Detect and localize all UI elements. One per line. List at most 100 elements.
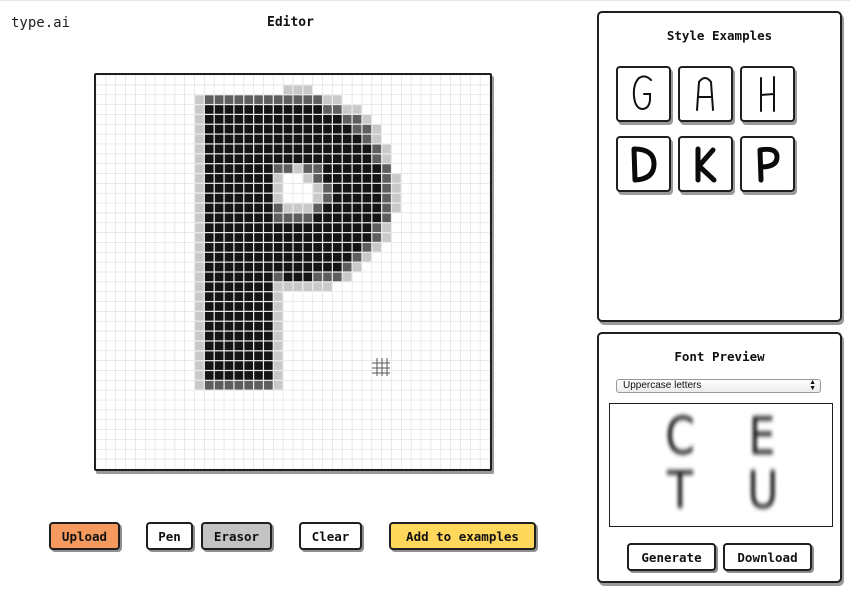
grid-pixel[interactable] <box>283 213 293 223</box>
grid-pixel[interactable] <box>283 124 293 134</box>
grid-pixel[interactable] <box>264 203 273 213</box>
grid-pixel[interactable] <box>342 223 352 232</box>
grid-pixel[interactable] <box>264 193 273 203</box>
grid-pixel[interactable] <box>293 164 303 173</box>
grid-pixel[interactable] <box>264 262 273 272</box>
grid-pixel[interactable] <box>224 105 234 114</box>
grid-pixel[interactable] <box>224 380 234 390</box>
grid-pixel[interactable] <box>342 105 352 114</box>
grid-pixel[interactable] <box>254 302 263 311</box>
grid-pixel[interactable] <box>234 95 244 104</box>
grid-pixel[interactable] <box>352 203 362 213</box>
grid-pixel[interactable] <box>273 380 283 390</box>
grid-pixel[interactable] <box>244 380 253 390</box>
grid-pixel[interactable] <box>254 292 263 301</box>
grid-pixel[interactable] <box>214 371 224 380</box>
grid-pixel[interactable] <box>224 174 234 183</box>
grid-pixel[interactable] <box>273 193 283 203</box>
grid-pixel[interactable] <box>273 115 283 124</box>
grid-pixel[interactable] <box>224 154 234 164</box>
grid-pixel[interactable] <box>254 154 263 164</box>
grid-pixel[interactable] <box>244 105 253 114</box>
grid-pixel[interactable] <box>224 371 234 380</box>
example-tile-k[interactable]: K <box>678 136 733 192</box>
grid-pixel[interactable] <box>264 95 273 104</box>
grid-pixel[interactable] <box>342 233 352 242</box>
grid-pixel[interactable] <box>342 174 352 183</box>
grid-pixel[interactable] <box>333 223 342 232</box>
grid-pixel[interactable] <box>204 105 214 114</box>
example-tile-p[interactable]: P <box>740 136 795 192</box>
grid-pixel[interactable] <box>244 193 253 203</box>
grid-pixel[interactable] <box>244 233 253 242</box>
grid-pixel[interactable] <box>352 223 362 232</box>
grid-pixel[interactable] <box>293 95 303 104</box>
grid-pixel[interactable] <box>214 124 224 134</box>
grid-pixel[interactable] <box>224 193 234 203</box>
grid-pixel[interactable] <box>244 262 253 272</box>
grid-pixel[interactable] <box>283 243 293 252</box>
grid-pixel[interactable] <box>303 164 313 173</box>
grid-pixel[interactable] <box>244 144 253 154</box>
grid-pixel[interactable] <box>254 223 263 232</box>
grid-pixel[interactable] <box>214 134 224 144</box>
grid-pixel[interactable] <box>283 233 293 242</box>
grid-pixel[interactable] <box>342 193 352 203</box>
grid-pixel[interactable] <box>273 243 283 252</box>
grid-pixel[interactable] <box>224 233 234 242</box>
grid-pixel[interactable] <box>303 124 313 134</box>
grid-pixel[interactable] <box>224 262 234 272</box>
grid-pixel[interactable] <box>372 154 382 164</box>
grid-pixel[interactable] <box>204 302 214 311</box>
grid-pixel[interactable] <box>224 321 234 331</box>
grid-pixel[interactable] <box>273 223 283 232</box>
grid-pixel[interactable] <box>244 272 253 282</box>
grid-pixel[interactable] <box>214 361 224 370</box>
grid-pixel[interactable] <box>234 292 244 301</box>
grid-pixel[interactable] <box>254 174 263 183</box>
grid-pixel[interactable] <box>244 252 253 262</box>
grid-pixel[interactable] <box>204 282 214 292</box>
grid-pixel[interactable] <box>323 105 332 114</box>
grid-pixel[interactable] <box>264 174 273 183</box>
grid-pixel[interactable] <box>283 203 293 213</box>
grid-pixel[interactable] <box>372 134 382 144</box>
grid-pixel[interactable] <box>382 183 391 193</box>
grid-pixel[interactable] <box>283 164 293 173</box>
grid-pixel[interactable] <box>214 164 224 173</box>
grid-pixel[interactable] <box>264 331 273 341</box>
grid-pixel[interactable] <box>234 193 244 203</box>
grid-pixel[interactable] <box>273 272 283 282</box>
grid-pixel[interactable] <box>283 272 293 282</box>
grid-pixel[interactable] <box>244 282 253 292</box>
grid-pixel[interactable] <box>352 144 362 154</box>
grid-pixel[interactable] <box>303 223 313 232</box>
grid-pixel[interactable] <box>264 164 273 173</box>
grid-pixel[interactable] <box>214 380 224 390</box>
grid-pixel[interactable] <box>323 115 332 124</box>
grid-pixel[interactable] <box>313 223 322 232</box>
grid-pixel[interactable] <box>352 193 362 203</box>
grid-pixel[interactable] <box>264 252 273 262</box>
grid-pixel[interactable] <box>283 144 293 154</box>
grid-pixel[interactable] <box>352 134 362 144</box>
grid-pixel[interactable] <box>224 312 234 321</box>
grid-pixel[interactable] <box>244 154 253 164</box>
grid-pixel[interactable] <box>254 351 263 361</box>
grid-pixel[interactable] <box>264 361 273 370</box>
grid-pixel[interactable] <box>244 134 253 144</box>
grid-pixel[interactable] <box>342 183 352 193</box>
grid-pixel[interactable] <box>234 213 244 223</box>
grid-pixel[interactable] <box>352 262 362 272</box>
grid-pixel[interactable] <box>293 272 303 282</box>
grid-pixel[interactable] <box>342 272 352 282</box>
grid-pixel[interactable] <box>293 243 303 252</box>
grid-pixel[interactable] <box>204 272 214 282</box>
grid-pixel[interactable] <box>293 115 303 124</box>
grid-pixel[interactable] <box>244 124 253 134</box>
grid-pixel[interactable] <box>323 252 332 262</box>
grid-pixel[interactable] <box>214 183 224 193</box>
grid-pixel[interactable] <box>333 105 342 114</box>
grid-pixel[interactable] <box>264 213 273 223</box>
grid-pixel[interactable] <box>244 312 253 321</box>
